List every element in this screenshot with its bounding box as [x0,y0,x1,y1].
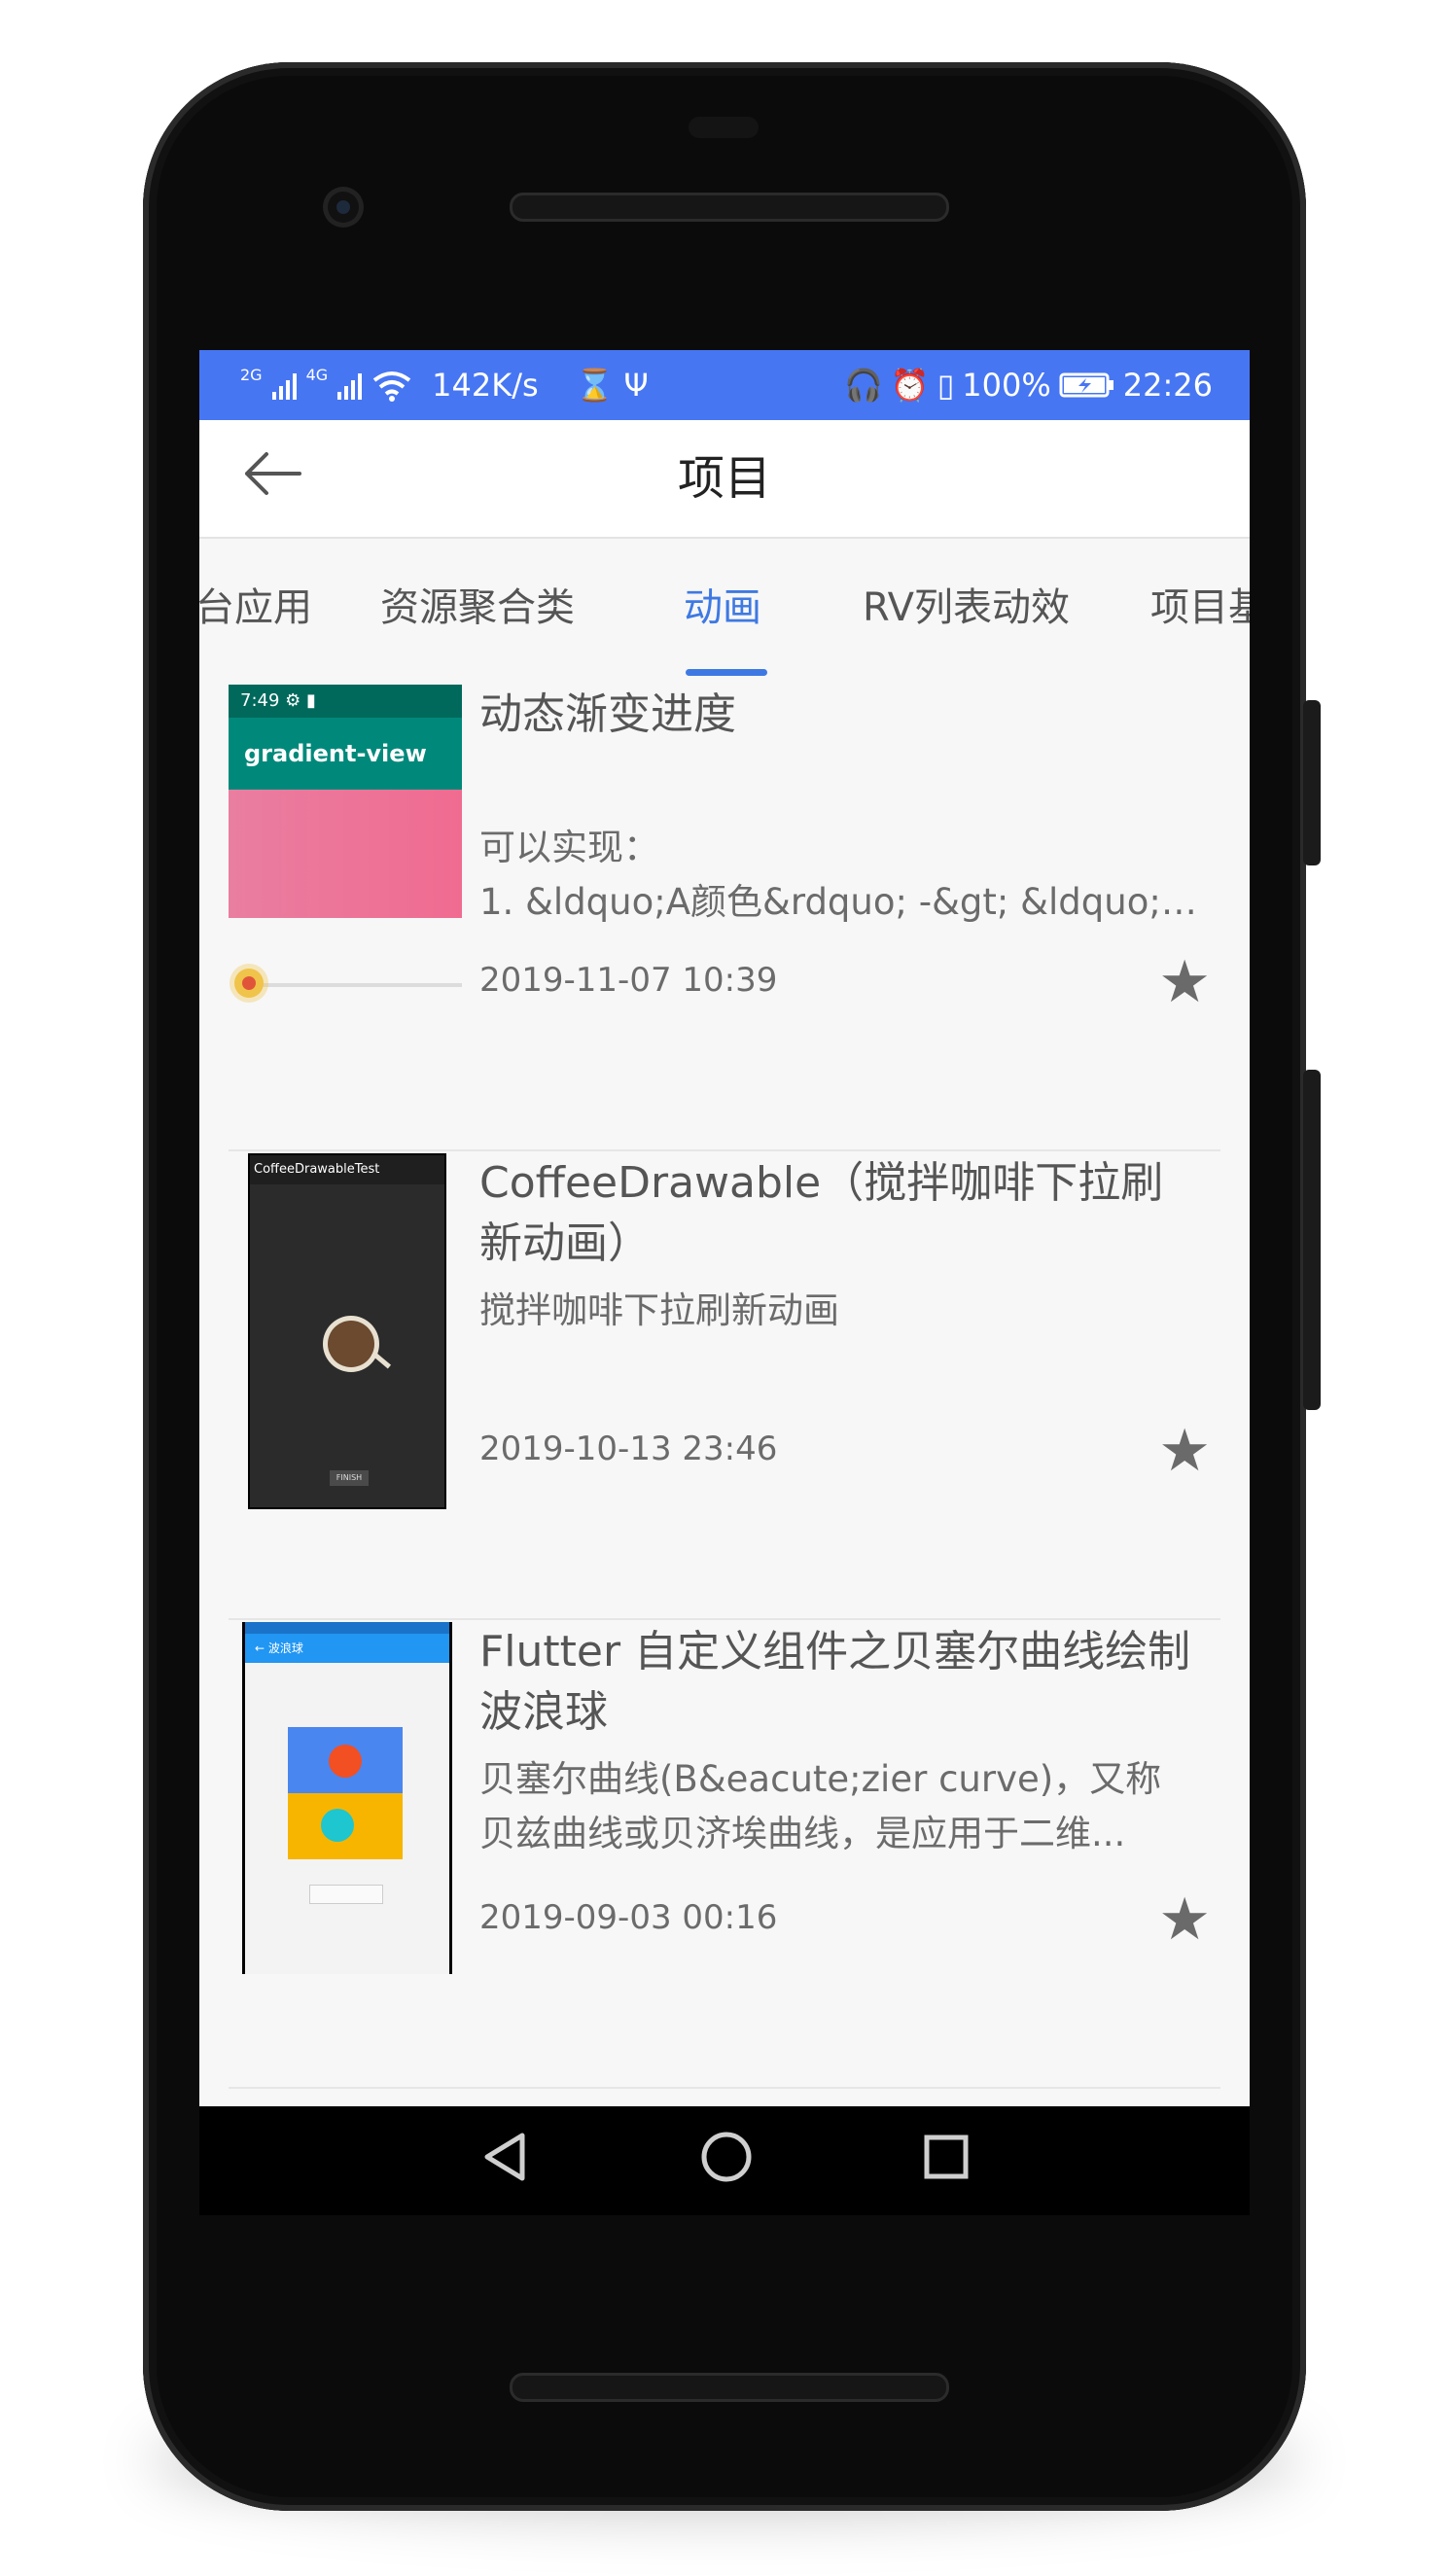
thumb-cyan-ball [321,1809,354,1842]
list-item[interactable]: ← 波浪球 Flutter 自定义组件之贝塞尔曲线绘制波浪球 贝塞尔曲线(B&e… [229,1622,1220,2089]
nav-recents-button[interactable] [913,2128,979,2194]
thumbnail-wave-ball: ← 波浪球 [242,1622,452,1974]
front-camera [323,187,364,228]
status-left: 2G 4G 142K/s ⌛ Ψ [240,350,649,420]
app-screen: 2G 4G 142K/s ⌛ Ψ 🎧 ⏰ ▯ 100% 22:26 项目 台应用… [199,350,1250,2106]
headphones-icon: 🎧 [844,367,883,404]
network-speed: 142K/s [432,367,539,404]
divider [229,1149,1220,1151]
tab-platform-apps[interactable]: 台应用 [199,576,312,632]
divider [229,1618,1220,1620]
square-recents-icon [924,2135,969,2179]
thumb-status-bar: 7:49 ⚙ ▮ [229,685,462,718]
status-right: 🎧 ⏰ ▯ 100% 22:26 [844,350,1213,420]
usb-icon: Ψ [623,367,649,404]
tab-rv-list-effects[interactable]: RV列表动效 [863,576,1070,632]
tab-indicator [686,669,767,676]
item-description: 搅拌咖啡下拉刷新动画 [479,1284,1199,1338]
item-description-line: 1. &ldquo;A颜色&rdquo; -&gt; &ldquo;B... [479,881,1199,923]
phone-earpiece [689,117,759,138]
thumb-red-ball [329,1745,362,1778]
back-button[interactable] [238,449,306,508]
item-description-line: 贝塞尔曲线(B&eacute;zier curve)，又称 [479,1758,1162,1800]
coffee-spoon [371,1351,392,1369]
item-description: 可以实现： 1. &ldquo;A颜色&rdquo; -&gt; &ldquo;… [479,821,1199,930]
thumb-gradient [229,790,462,918]
thumb-title: 波浪球 [267,1641,303,1655]
nav-home-button[interactable] [693,2128,760,2194]
network-type-2: 4G [305,366,329,384]
thumb-status-bar [245,1622,449,1634]
tab-strip: 台应用 资源聚合类 动画 RV列表动效 项目基 [199,539,1250,685]
signal-icon [271,371,297,400]
tab-animation[interactable]: 动画 [684,576,761,632]
thumb-toolbar: gradient-view [229,718,462,790]
star-icon[interactable]: ★ [1158,1422,1211,1480]
phone-top-speaker [510,193,949,222]
item-description-line: 贝兹曲线或贝济埃曲线，是应用于二维... [479,1813,1126,1854]
thumb-back-icon: ← [255,1641,268,1655]
thumb-gear-icon: ⚙ ▮ [285,690,316,711]
navigation-bar [199,2106,1250,2215]
item-title: Flutter 自定义组件之贝塞尔曲线绘制波浪球 [479,1627,1191,1737]
divider [229,2087,1220,2089]
phone-side-button-volume [1303,700,1321,865]
thumb-slider-dot [242,976,256,990]
coffee-cup-icon [328,1321,374,1367]
app-bar: 项目 [199,420,1250,539]
circle-home-icon [701,2132,752,2182]
tab-project-base[interactable]: 项目基 [1150,576,1250,632]
thumb-finish-button: FINISH [330,1470,369,1486]
item-date: 2019-10-13 23:46 [479,1429,778,1468]
phone-bottom-speaker [510,2373,949,2402]
item-date: 2019-09-03 00:16 [479,1898,778,1937]
wifi-icon [372,371,411,402]
star-icon[interactable]: ★ [1158,953,1211,1011]
page-title: 项目 [677,451,771,506]
item-title: CoffeeDrawable（搅拌咖啡下拉刷新动画） [479,1158,1164,1268]
list-item[interactable]: CoffeeDrawableTest FINISH CoffeeDrawable… [229,1153,1220,1620]
hourglass-icon: ⌛ [575,367,615,404]
thumb-toolbar: CoffeeDrawableTest [250,1155,444,1184]
thumb-button [309,1885,383,1904]
item-title: 动态渐变进度 [479,689,736,739]
alarm-icon: ⏰ [890,367,930,404]
arrow-left-icon [245,452,301,495]
vibrate-icon: ▯ [937,367,955,404]
triangle-back-icon [484,2133,525,2181]
thumb-toolbar: ← 波浪球 [245,1634,449,1663]
nav-back-button[interactable] [474,2128,540,2194]
status-bar: 2G 4G 142K/s ⌛ Ψ 🎧 ⏰ ▯ 100% 22:26 [199,350,1250,420]
network-type-1: 2G [240,366,263,384]
tab-resource-aggregation[interactable]: 资源聚合类 [380,576,575,632]
item-description-line: 搅拌咖啡下拉刷新动画 [479,1289,839,1331]
item-description: 贝塞尔曲线(B&eacute;zier curve)，又称 贝兹曲线或贝济埃曲线… [479,1752,1199,1861]
thumb-time: 7:49 [240,690,280,711]
battery-charging-icon [1059,372,1113,398]
item-description-line: 可以实现： [479,827,659,868]
phone-side-button-power [1303,1070,1321,1410]
list-item[interactable]: 7:49 ⚙ ▮ gradient-view 动态渐变进度 可以实现： 1. &… [229,685,1220,1151]
thumb-slider-track [248,983,462,987]
battery-percent: 100% [962,367,1051,404]
thumbnail-coffee-drawable: CoffeeDrawableTest FINISH [248,1153,446,1509]
item-date: 2019-11-07 10:39 [479,961,778,1000]
thumbnail-gradient-view: 7:49 ⚙ ▮ gradient-view [229,685,462,1006]
clock: 22:26 [1122,367,1213,404]
star-icon[interactable]: ★ [1158,1890,1211,1949]
signal-icon-2 [337,371,363,400]
